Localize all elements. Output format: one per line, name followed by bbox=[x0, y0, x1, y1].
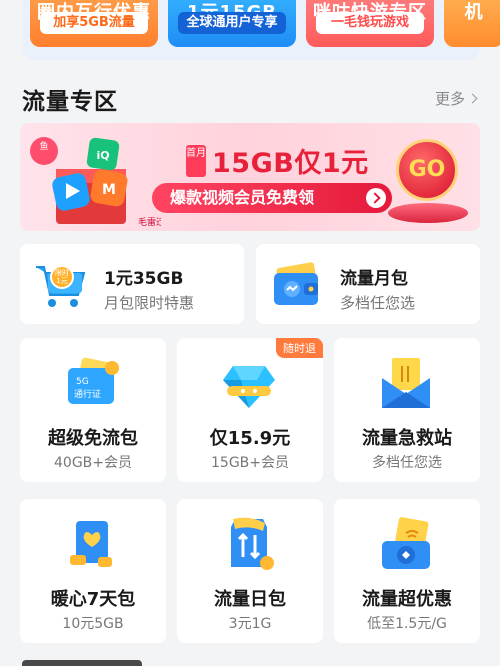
more-link[interactable]: 更多 bbox=[434, 88, 478, 109]
promo-card-pill: 一毛钱玩游戏 bbox=[316, 12, 424, 34]
go-label: GO bbox=[396, 139, 458, 201]
promo-banner[interactable]: 鱼 iQ M 毛雷迁 首月 15GB仅1元 爆款视频会员免费领 GO bbox=[20, 123, 480, 231]
card-subtitle: 3元1G bbox=[228, 616, 272, 632]
video-apps-illustration: 鱼 iQ M 毛雷迁 bbox=[30, 137, 161, 228]
card-title: 1元35GB bbox=[104, 269, 184, 289]
arrow-right-icon bbox=[366, 188, 386, 208]
transfer-arrows-icon bbox=[231, 517, 274, 570]
diamond-icon bbox=[223, 366, 275, 408]
first-month-badge: 首月 bbox=[186, 144, 206, 177]
svg-text:1元: 1元 bbox=[56, 277, 67, 285]
card-15-9-yuan[interactable]: 随时退 仅15.9元 15GB+会员 bbox=[177, 338, 323, 482]
svg-text:限时: 限时 bbox=[55, 268, 69, 277]
promo-card-roaming[interactable]: 圈内互行优惠 加享5GB流量 bbox=[30, 0, 158, 47]
card-title: 流量超优惠 bbox=[362, 589, 452, 610]
card-title: 流量急救站 bbox=[362, 428, 452, 449]
svg-text:毛雷迁: 毛雷迁 bbox=[138, 216, 161, 228]
promo-card-migu-games[interactable]: 咪咕快游专区 一毛钱玩游戏 bbox=[306, 0, 434, 47]
card-subtitle: 多档任您选 bbox=[372, 455, 442, 471]
go-button[interactable]: GO bbox=[388, 137, 468, 227]
card-title: 暖心7天包 bbox=[50, 589, 136, 610]
card-title: 超级免流包 bbox=[48, 428, 138, 449]
card-super-free-data[interactable]: 5G 通行证 超级免流包 40GB+会员 bbox=[20, 338, 166, 482]
envelope-icon bbox=[382, 358, 430, 408]
section-title: 流量专区 bbox=[22, 89, 118, 115]
shopping-cart-icon: 限时 1元 bbox=[36, 265, 86, 307]
card-subtitle: 低至1.5元/G bbox=[367, 616, 447, 632]
card-1yuan-35gb[interactable]: 限时 1元 1元35GB 月包限时特惠 bbox=[20, 244, 244, 324]
banner-cta-label: 爆款视频会员免费领 bbox=[170, 188, 315, 207]
card-subtitle: 15GB+会员 bbox=[211, 455, 289, 471]
chevron-right-icon bbox=[467, 93, 478, 104]
card-subtitle: 10元5GB bbox=[62, 616, 124, 632]
card-daily-data[interactable]: 流量日包 3元1G bbox=[177, 499, 323, 643]
svg-text:5G: 5G bbox=[76, 377, 89, 387]
card-title: 仅15.9元 bbox=[209, 428, 291, 449]
card-super-discount[interactable]: 流量超优惠 低至1.5元/G bbox=[334, 499, 480, 643]
5g-pass-icon: 5G 通行证 bbox=[68, 357, 119, 404]
promo-card-pill: 加享5GB流量 bbox=[40, 12, 148, 34]
next-section-title-partial bbox=[22, 660, 142, 666]
banner-headline: 15GB仅1元 bbox=[212, 148, 369, 179]
promo-card-pill: 全球通用户专享 bbox=[178, 12, 286, 34]
promo-card-title: 机 bbox=[464, 2, 484, 23]
svg-text:通行证: 通行证 bbox=[74, 388, 101, 400]
card-subtitle: 多档任您选 bbox=[340, 294, 416, 312]
wallet-icon bbox=[274, 262, 318, 305]
heart-card-icon bbox=[70, 521, 112, 567]
banner-headline-row: 首月 15GB仅1元 bbox=[186, 141, 369, 180]
refund-anytime-tag: 随时退 bbox=[276, 338, 323, 358]
svg-text:M: M bbox=[102, 182, 116, 198]
svg-text:鱼: 鱼 bbox=[39, 140, 48, 152]
card-monthly-data[interactable]: 流量月包 多档任您选 bbox=[256, 244, 480, 324]
card-subtitle: 月包限时特惠 bbox=[104, 294, 195, 312]
card-title: 流量日包 bbox=[214, 589, 286, 610]
card-data-rescue[interactable]: 流量急救站 多档任您选 bbox=[334, 338, 480, 482]
go-pedestal bbox=[388, 203, 468, 223]
promo-card-partial[interactable]: 机 bbox=[444, 0, 500, 47]
card-subtitle: 40GB+会员 bbox=[54, 455, 132, 471]
banner-cta-button[interactable]: 爆款视频会员免费领 bbox=[152, 183, 392, 213]
signal-card-icon bbox=[382, 517, 430, 569]
card-warm-7day[interactable]: 暖心7天包 10元5GB bbox=[20, 499, 166, 643]
promo-card-1yuan-15gb[interactable]: 1元15GB 全球通用户专享 bbox=[168, 0, 296, 47]
svg-text:iQ: iQ bbox=[96, 149, 109, 162]
card-title: 流量月包 bbox=[340, 269, 408, 289]
more-link-label: 更多 bbox=[434, 90, 465, 108]
